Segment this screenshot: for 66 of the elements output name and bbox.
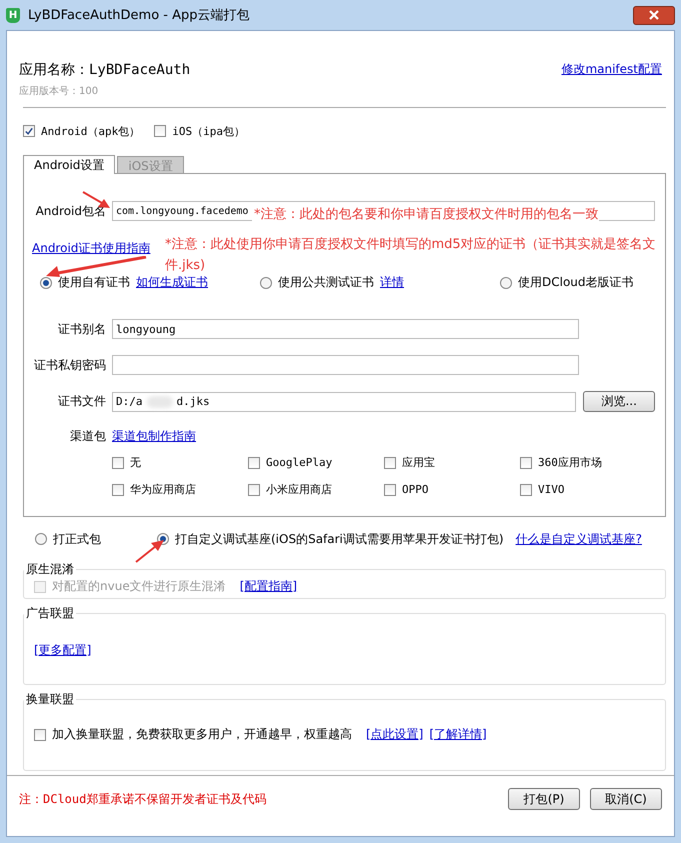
- channel-checkbox[interactable]: [112, 484, 124, 496]
- cert-help-link[interactable]: 如何生成证书: [136, 274, 208, 291]
- channel-checkbox[interactable]: [520, 484, 532, 496]
- channel-checkbox[interactable]: [384, 456, 396, 468]
- more-config-link[interactable]: [更多配置]: [34, 643, 92, 657]
- platform-label: Android（apk包）: [41, 124, 140, 138]
- cert-radio[interactable]: [500, 276, 512, 288]
- field-label: 证书私钥密码: [34, 356, 106, 374]
- group-title: 原生混淆: [25, 561, 75, 578]
- channel-option-label: GooglePlay: [266, 456, 332, 469]
- cert-option-label: 使用自有证书: [58, 274, 130, 291]
- cert-option-label: 使用公共测试证书: [278, 274, 374, 291]
- channel-label: 渠道包: [69, 428, 106, 445]
- exchange-link[interactable]: [点此设置]: [366, 726, 424, 743]
- channel-checkbox[interactable]: [248, 456, 260, 468]
- channel-option-label: OPPO: [402, 483, 428, 496]
- channel-checkbox[interactable]: [520, 456, 532, 468]
- channel-checkbox[interactable]: [384, 484, 396, 496]
- field-label: 证书别名: [57, 320, 106, 338]
- manifest-link[interactable]: 修改manifest配置: [561, 61, 662, 78]
- annotation-text: *注意：此处使用你申请百度授权文件时填写的md5对应的证书（证书其实就是签名文件.jks): [165, 236, 657, 275]
- field-label: 证书文件: [57, 393, 106, 410]
- cert-guide-link[interactable]: Android证书使用指南: [32, 241, 150, 255]
- channel-checkbox[interactable]: [248, 484, 260, 496]
- arrow-icon: [134, 538, 166, 564]
- dialog-button[interactable]: 取消(C): [590, 788, 662, 810]
- debug-base-help-link[interactable]: 什么是自定义调试基座?: [516, 530, 642, 548]
- obfuscation-label: 对配置的nvue文件进行原生混淆: [52, 578, 226, 595]
- build-type-label: 打自定义调试基座(iOS的Safari调试需要用苹果开发证书打包): [175, 530, 504, 548]
- channel-option-label: 360应用市场: [538, 455, 602, 470]
- channel-option-label: 无: [130, 455, 141, 470]
- platform-label: iOS（ipa包）: [172, 124, 245, 138]
- build-type-label: 打正式包: [53, 530, 101, 548]
- footer-note: 注：DCloud郑重承诺不保留开发者证书及代码: [19, 790, 266, 808]
- exchange-label: 加入换量联盟，免费获取更多用户，开通越早，权重越高: [52, 726, 352, 743]
- channel-option-label: 华为应用商店: [130, 482, 196, 497]
- exchange-checkbox[interactable]: [34, 728, 46, 740]
- platform-checkbox[interactable]: [23, 125, 35, 137]
- cert-help-link[interactable]: 详情: [380, 274, 404, 291]
- channel-checkbox[interactable]: [112, 456, 124, 468]
- exchange-link[interactable]: [了解详情]: [429, 726, 487, 743]
- app-logo-icon: H: [6, 8, 20, 22]
- group-title: 换量联盟: [25, 691, 75, 708]
- channel-option-label: 小米应用商店: [266, 482, 332, 497]
- window-title: LyBDFaceAuthDemo - App云端打包: [28, 7, 251, 24]
- build-type-radio[interactable]: [35, 533, 47, 545]
- arrow-icon: [44, 256, 148, 278]
- file-path-field[interactable]: D:/a d.jks: [112, 392, 576, 412]
- dialog-button[interactable]: 打包(P): [508, 788, 580, 810]
- cert-radio[interactable]: [260, 276, 272, 288]
- channel-guide-link[interactable]: 渠道包制作指南: [112, 428, 196, 445]
- channel-option-label: VIVO: [538, 483, 564, 496]
- close-button[interactable]: [633, 6, 675, 24]
- package-label: Android包名: [34, 202, 106, 220]
- platform-checkbox[interactable]: [154, 125, 166, 137]
- cert-radio[interactable]: [40, 276, 52, 288]
- alias-field[interactable]: longyoung: [112, 319, 579, 339]
- close-icon: [649, 10, 659, 20]
- cert-option-label: 使用DCloud老版证书: [518, 274, 634, 291]
- channel-option-label: 应用宝: [402, 455, 435, 470]
- group-title: 广告联盟: [25, 605, 75, 622]
- settings-tab[interactable]: Android设置: [23, 155, 116, 174]
- app-name: 应用名称：LyBDFaceAuth: [19, 61, 190, 79]
- password-field[interactable]: [112, 355, 579, 375]
- browse-button[interactable]: 浏览...: [583, 391, 655, 412]
- app-version: 应用版本号：100: [19, 84, 100, 98]
